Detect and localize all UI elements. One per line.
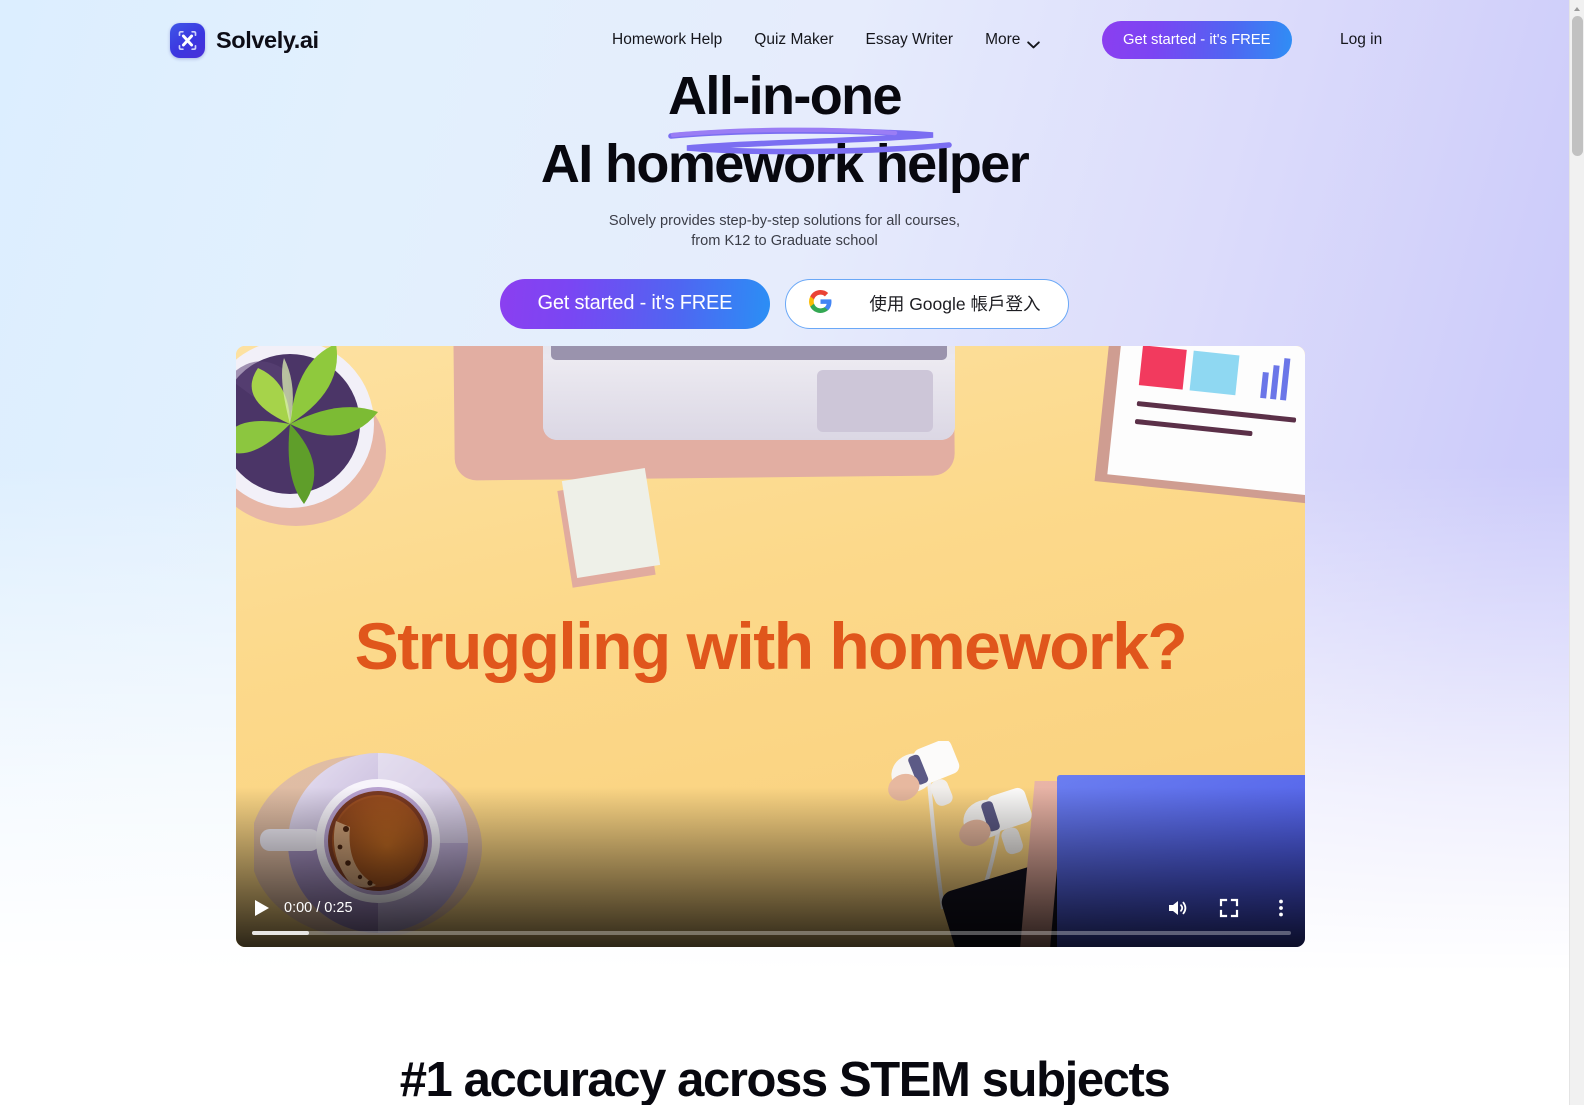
nav-item-homework-help[interactable]: Homework Help (612, 25, 722, 55)
volume-on-icon[interactable] (1165, 896, 1189, 920)
login-link[interactable]: Log in (1340, 31, 1382, 49)
scroll-up-arrow-icon[interactable] (1570, 2, 1584, 15)
laptop-keyboard (551, 346, 947, 360)
nav-more-label: More (985, 31, 1021, 48)
report-block-red (1138, 346, 1187, 390)
laptop (543, 346, 955, 440)
hero-subtitle: Solvely provides step-by-step solutions … (0, 211, 1569, 252)
headline-line-1-wrap: All-in-one (668, 66, 952, 155)
report-document (1107, 346, 1305, 497)
hero-section: All-in-one AI homework helper Solvely pr… (0, 66, 1569, 329)
browser-scrollbar[interactable] (1569, 0, 1584, 1105)
headline-line-2: AI homework helper (540, 133, 1030, 194)
google-signin-label: 使用 Google 帳戶登入 (869, 294, 1041, 315)
promo-video-player[interactable]: Struggling with homework? 0:00 / 0:25 (236, 346, 1305, 947)
video-progress-bar[interactable] (252, 931, 1291, 935)
google-g-icon (808, 289, 833, 319)
hero-cta-row: Get started - it's FREE 使用 Google 帳戶登入 (0, 278, 1569, 329)
nav-item-quiz-maker[interactable]: Quiz Maker (754, 25, 833, 55)
google-signin-button[interactable]: 使用 Google 帳戶登入 (785, 278, 1070, 329)
hero-subtitle-line-1: Solvely provides step-by-step solutions … (608, 212, 961, 229)
laptop-trackpad (817, 370, 933, 432)
report-bar-chart (1260, 356, 1291, 401)
scrollbar-thumb[interactable] (1572, 16, 1583, 156)
brand-name: Solvely.ai (216, 26, 319, 53)
play-icon[interactable] (250, 897, 272, 919)
page-title: All-in-one AI homework helper (0, 66, 1569, 194)
video-controls-right (1165, 896, 1293, 920)
section-heading-accuracy: #1 accuracy across STEM subjects (399, 1053, 1171, 1105)
chevron-down-icon (1027, 36, 1041, 49)
primary-nav: Homework Help Quiz Maker Essay Writer Mo… (612, 25, 1041, 55)
sticky-note (561, 468, 661, 578)
nav-item-essay-writer[interactable]: Essay Writer (866, 25, 954, 55)
video-time-display: 0:00 / 0:25 (284, 900, 353, 916)
brand-logo[interactable]: Solvely.ai (170, 22, 319, 58)
hero-get-started-button[interactable]: Get started - it's FREE (499, 278, 771, 329)
header-get-started-button[interactable]: Get started - it's FREE (1102, 21, 1292, 59)
headline-line-1: All-in-one (668, 66, 903, 126)
report-block-cyan (1189, 350, 1240, 396)
video-overlay-text: Struggling with homework? (354, 609, 1188, 683)
page-canvas: Solvely.ai Homework Help Quiz Maker Essa… (0, 0, 1569, 1105)
hero-subtitle-line-2: from K12 to Graduate school (691, 233, 878, 250)
fullscreen-icon[interactable] (1217, 896, 1241, 920)
nav-item-more[interactable]: More (985, 31, 1041, 49)
video-controls-left: 0:00 / 0:25 (250, 897, 353, 919)
video-progress-loaded (252, 931, 310, 935)
potted-plant (236, 346, 394, 514)
scan-x-logo-icon (170, 22, 205, 58)
video-controls: 0:00 / 0:25 (236, 879, 1305, 947)
kebab-menu-icon[interactable] (1269, 896, 1293, 920)
